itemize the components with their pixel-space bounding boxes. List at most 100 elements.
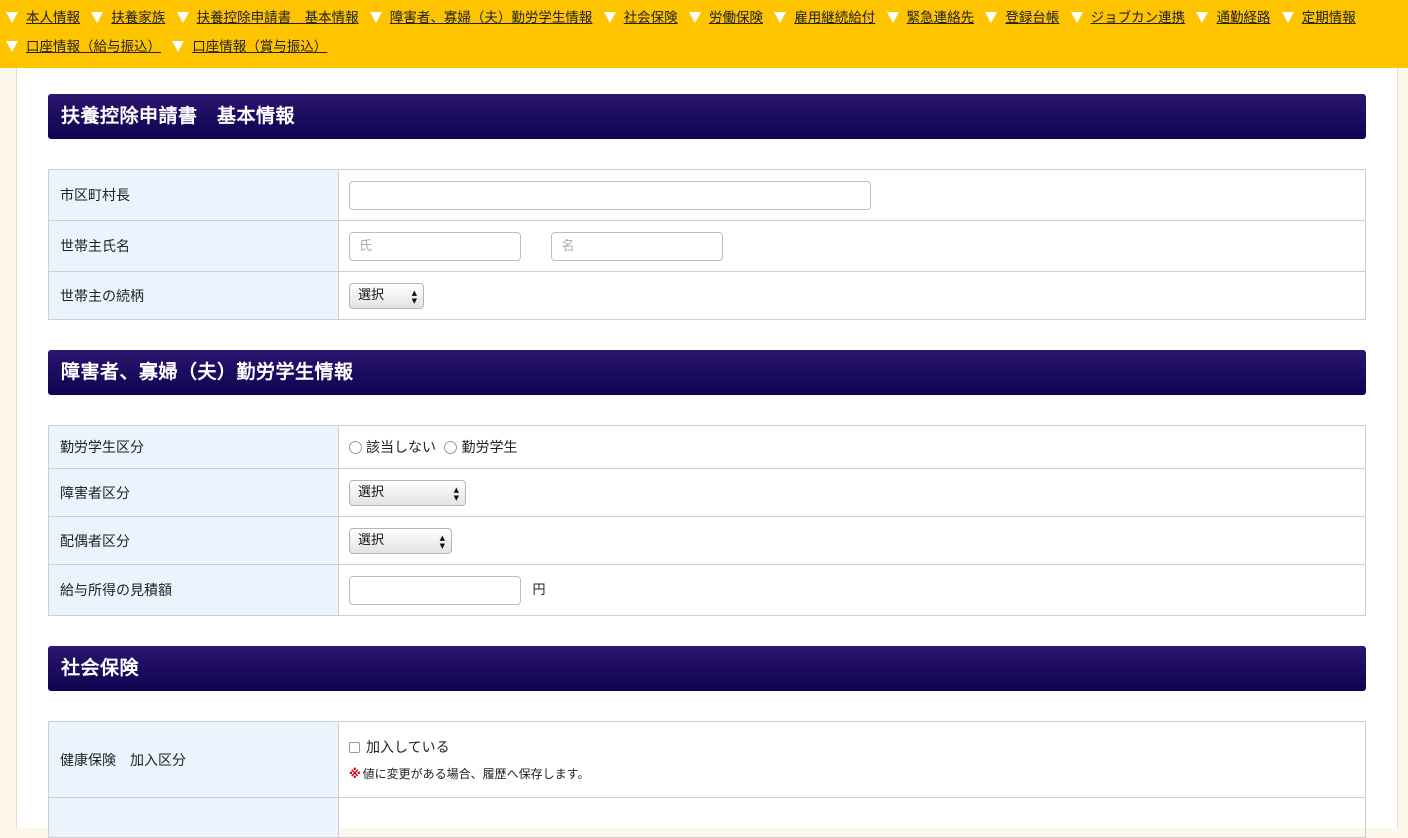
relation-label: 世帯主の続柄 xyxy=(48,271,339,320)
nav-link-dependents[interactable]: 扶養家族 xyxy=(111,10,165,26)
nav-link-bank-salary[interactable]: 口座情報（給与振込） xyxy=(26,39,161,55)
nav-item-social-insurance[interactable]: 社会保険 xyxy=(603,4,678,33)
nav-link-deduction-basic[interactable]: 扶養控除申請書 基本情報 xyxy=(197,10,359,26)
nav-link-jobcan[interactable]: ジョブカン連携 xyxy=(1091,10,1186,26)
mayor-input[interactable] xyxy=(349,180,871,210)
top-navigation: 本人情報 扶養家族 扶養控除申請書 基本情報 障害者、寡婦（夫）勤労学生情報 社… xyxy=(0,0,1408,68)
nav-item-registry[interactable]: 登録台帳 xyxy=(985,4,1059,33)
income-label: 給与所得の見積額 xyxy=(48,564,339,616)
table-row: 健康保険 加入区分 加入している ※ 値に変更がある場合、履歴へ保存します。 xyxy=(48,721,1366,798)
disability-table: 勤労学生区分 該当しない 勤労学生 障害者区分 選択 ▲ ▼ 配偶者区分 選択 ▲ ▼ … xyxy=(48,425,1366,616)
health-insurance-field-cell: 加入している ※ 値に変更がある場合、履歴へ保存します。 xyxy=(338,721,1366,798)
select-arrows-icon: ▲ ▼ xyxy=(439,533,445,550)
nav-item-commute[interactable]: 通勤経路 xyxy=(1196,4,1270,33)
nav-link-emergency-contact[interactable]: 緊急連絡先 xyxy=(907,10,975,26)
note-text: 値に変更がある場合、履歴へ保存します。 xyxy=(362,767,590,781)
income-input[interactable] xyxy=(349,575,521,605)
income-unit: 円 xyxy=(532,583,546,598)
nav-link-commute[interactable]: 通勤経路 xyxy=(1216,10,1270,26)
triangle-down-icon xyxy=(1070,12,1083,23)
nav-item-labor-insurance[interactable]: 労働保険 xyxy=(688,4,763,33)
disability-select[interactable]: 選択 ▲ ▼ xyxy=(349,479,466,506)
table-row: 世帯主氏名 xyxy=(48,220,1366,272)
triangle-down-icon xyxy=(176,12,189,23)
triangle-down-icon xyxy=(985,12,998,23)
nav-item-deduction-basic[interactable]: 扶養控除申請書 基本情報 xyxy=(176,4,359,33)
spouse-select-value: 選択 xyxy=(358,532,385,548)
nav-link-social-insurance[interactable]: 社会保険 xyxy=(624,10,678,26)
social-insurance-table: 健康保険 加入区分 加入している ※ 値に変更がある場合、履歴へ保存します。 xyxy=(48,721,1366,838)
relation-select[interactable]: 選択 ▲ ▼ xyxy=(349,282,424,309)
triangle-down-icon xyxy=(172,41,185,52)
triangle-down-icon xyxy=(886,12,899,23)
radio-not-applicable-label[interactable]: 該当しない xyxy=(366,440,436,456)
triangle-down-icon xyxy=(369,12,382,23)
radio-not-applicable[interactable] xyxy=(349,441,362,454)
mayor-label: 市区町村長 xyxy=(48,169,339,221)
select-arrows-icon: ▲ ▼ xyxy=(411,288,417,305)
disability-select-value: 選択 xyxy=(358,484,385,500)
nav-link-labor-insurance[interactable]: 労働保険 xyxy=(709,10,763,26)
householder-first-name-input[interactable] xyxy=(551,231,724,261)
spouse-field-cell: 選択 ▲ ▼ xyxy=(338,516,1366,565)
nav-item-pass[interactable]: 定期情報 xyxy=(1281,4,1356,33)
health-insurance-label: 健康保険 加入区分 xyxy=(48,721,339,798)
health-insurance-checkbox-label[interactable]: 加入している xyxy=(366,740,450,756)
householder-last-name-input[interactable] xyxy=(349,231,521,261)
section-title-social-insurance: 社会保険 xyxy=(48,646,1366,691)
nav-link-registry[interactable]: 登録台帳 xyxy=(1005,10,1059,26)
nav-item-bank-bonus[interactable]: 口座情報（賞与振込） xyxy=(172,33,327,62)
relation-select-value: 選択 xyxy=(358,287,385,303)
main-content: 扶養控除申請書 基本情報 市区町村長 世帯主氏名 世帯主の続柄 選択 ▲▼ 障害者… xyxy=(16,68,1398,838)
health-insurance-checkbox[interactable] xyxy=(349,742,360,753)
nav-link-pass[interactable]: 定期情報 xyxy=(1302,10,1356,26)
nav-link-personal[interactable]: 本人情報 xyxy=(26,10,80,26)
section-title-deduction-basic: 扶養控除申請書 基本情報 xyxy=(48,94,1366,139)
triangle-down-icon xyxy=(6,41,18,52)
table-row: 市区町村長 xyxy=(48,169,1366,221)
triangle-down-icon xyxy=(774,12,787,23)
nav-item-personal[interactable]: 本人情報 xyxy=(6,4,80,33)
table-row: 配偶者区分 選択 ▲ ▼ xyxy=(48,516,1366,565)
radio-working-student[interactable] xyxy=(444,441,458,454)
triangle-down-icon xyxy=(6,12,18,23)
deduction-basic-table: 市区町村長 世帯主氏名 世帯主の続柄 選択 ▲▼ xyxy=(48,169,1366,320)
triangle-down-icon xyxy=(91,12,104,23)
table-row: 世帯主の続柄 選択 ▲ ▼ xyxy=(48,271,1366,320)
table-row: 勤労学生区分 該当しない 勤労学生 xyxy=(48,425,1366,469)
nav-item-employment-benefit[interactable]: 雇用継続給付 xyxy=(774,4,875,33)
spouse-select[interactable]: 選択 ▲ ▼ xyxy=(349,527,452,554)
nav-item-dependents[interactable]: 扶養家族 xyxy=(91,4,165,33)
next-row-label xyxy=(48,797,339,838)
nav-item-emergency-contact[interactable]: 緊急連絡先 xyxy=(886,4,975,33)
disability-label: 障害者区分 xyxy=(48,468,339,517)
nav-item-bank-salary[interactable]: 口座情報（給与振込） xyxy=(6,33,161,62)
history-note: ※ 値に変更がある場合、履歴へ保存します。 xyxy=(349,765,1355,782)
nav-item-disability[interactable]: 障害者、寡婦（夫）勤労学生情報 xyxy=(369,4,593,33)
note-mark: ※ xyxy=(349,767,361,781)
nav-item-jobcan[interactable]: ジョブカン連携 xyxy=(1070,4,1186,33)
disability-field-cell: 選択 ▲ ▼ xyxy=(338,468,1366,517)
student-field-cell: 該当しない 勤労学生 xyxy=(338,425,1366,469)
spouse-label: 配偶者区分 xyxy=(48,516,339,565)
triangle-down-icon xyxy=(1196,12,1209,23)
nav-link-bank-bonus[interactable]: 口座情報（賞与振込） xyxy=(192,39,327,55)
table-row xyxy=(48,797,1366,838)
table-row: 給与所得の見積額 円 xyxy=(48,564,1366,616)
triangle-down-icon xyxy=(688,12,701,23)
nav-link-employment-benefit[interactable]: 雇用継続給付 xyxy=(794,10,875,26)
triangle-down-icon xyxy=(603,12,616,23)
mayor-field-cell xyxy=(338,169,1366,221)
radio-working-student-label[interactable]: 勤労学生 xyxy=(461,440,517,456)
householder-label: 世帯主氏名 xyxy=(48,220,339,272)
relation-field-cell: 選択 ▲ ▼ xyxy=(338,271,1366,320)
nav-link-disability[interactable]: 障害者、寡婦（夫）勤労学生情報 xyxy=(390,10,593,26)
section-title-disability: 障害者、寡婦（夫）勤労学生情報 xyxy=(48,350,1366,395)
select-arrows-icon: ▲ ▼ xyxy=(453,485,459,502)
table-row: 障害者区分 選択 ▲ ▼ xyxy=(48,468,1366,517)
next-row-field-cell xyxy=(338,797,1366,838)
student-label: 勤労学生区分 xyxy=(48,425,339,469)
householder-field-cell xyxy=(338,220,1366,272)
income-field-cell: 円 xyxy=(338,564,1366,616)
triangle-down-icon xyxy=(1281,12,1294,23)
